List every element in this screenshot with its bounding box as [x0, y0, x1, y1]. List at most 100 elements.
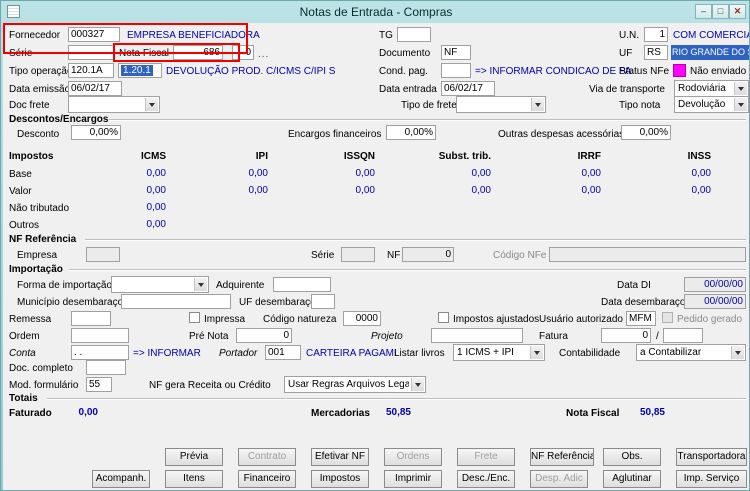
- impostos-cell: 0,00: [581, 168, 601, 179]
- desconto-field[interactable]: 0,00%: [71, 125, 121, 140]
- impostos-header-inss: INSS: [687, 151, 711, 162]
- itens-button[interactable]: Itens: [165, 470, 223, 488]
- fatura-field[interactable]: 0: [601, 328, 651, 343]
- encargos-field[interactable]: 0,00%: [386, 125, 436, 140]
- serie-field[interactable]: [68, 45, 114, 60]
- conta-hint: => INFORMAR: [133, 348, 201, 359]
- fornecedor-code-field[interactable]: 000327: [68, 27, 120, 42]
- documento-field[interactable]: NF: [441, 45, 471, 60]
- codigo-natureza-field[interactable]: 0000: [343, 311, 381, 326]
- impostos-header-irrf: IRRF: [577, 151, 601, 162]
- faturado-label: Faturado: [9, 408, 52, 419]
- nf-gera-select[interactable]: Usar Regras Arquivos Legais: [284, 376, 426, 393]
- tipo-frete-label: Tipo de frete: [401, 100, 457, 111]
- data-desembaraco-label: Data desembaraço: [601, 297, 686, 308]
- usuario-autorizado-field[interactable]: MFM: [626, 311, 656, 326]
- data-emissao-label: Data emissão: [9, 84, 71, 95]
- forma-importacao-select[interactable]: [111, 276, 209, 293]
- nota-fiscal-browse-button[interactable]: ...: [258, 49, 269, 60]
- doc-frete-select[interactable]: [68, 96, 160, 113]
- status-nfe-text: Não enviado: [690, 66, 747, 77]
- uf-field[interactable]: RS: [644, 45, 668, 60]
- tipo-operacao-cfop-field[interactable]: 1.20.1: [118, 63, 162, 78]
- efetivar-nf-button[interactable]: Efetivar NF: [311, 448, 369, 466]
- chevron-down-icon[interactable]: [411, 378, 424, 391]
- data-di-label: Data DI: [617, 280, 651, 291]
- mod-formulario-field[interactable]: 55: [86, 377, 112, 392]
- via-transporte-label: Via de transporte: [589, 84, 665, 95]
- cond-pag-field[interactable]: [441, 63, 471, 78]
- impostos-cell: 0,00: [355, 168, 375, 179]
- contabilidade-select[interactable]: a Contabilizar: [636, 344, 746, 361]
- chevron-down-icon[interactable]: [734, 98, 747, 111]
- via-transporte-select[interactable]: Rodoviária: [674, 80, 749, 97]
- contrato-button: Contrato: [238, 448, 296, 466]
- nfref-serie-label: Série: [311, 250, 335, 261]
- section-title-importacao: Importação: [9, 264, 63, 275]
- impostos-button[interactable]: Impostos: [311, 470, 369, 488]
- chevron-down-icon[interactable]: [530, 346, 543, 359]
- codigo-natureza-label: Código natureza: [263, 314, 337, 325]
- minimize-button[interactable]: –: [695, 4, 712, 19]
- imp-servico-button[interactable]: Imp. Serviço: [676, 470, 747, 488]
- close-button[interactable]: ✕: [729, 4, 746, 19]
- impostos-cell: 0,00: [355, 185, 375, 196]
- conta-field[interactable]: . .: [71, 345, 129, 360]
- impostos-cell: 0,00: [471, 185, 491, 196]
- doc-completo-field[interactable]: [86, 360, 126, 375]
- data-emissao-field[interactable]: 06/02/17: [68, 81, 122, 96]
- chevron-down-icon[interactable]: [531, 98, 544, 111]
- outras-despesas-label: Outras despesas acessórias: [498, 129, 625, 140]
- outras-despesas-field[interactable]: 0,00%: [621, 125, 671, 140]
- fatura-separator: /: [656, 331, 659, 342]
- fatura-parcela-field[interactable]: [663, 328, 703, 343]
- desc-enc-button[interactable]: Desc./Enc.: [457, 470, 515, 488]
- remessa-label: Remessa: [9, 314, 52, 325]
- remessa-field[interactable]: [71, 311, 111, 326]
- impostos-ajustados-checkbox-label: Impostos ajustados: [453, 314, 540, 325]
- status-nfe-indicator: [673, 64, 686, 77]
- section-divider: [85, 239, 746, 241]
- projeto-field[interactable]: [431, 328, 523, 343]
- pre-nota-field[interactable]: 0: [236, 328, 292, 343]
- tipo-nota-select[interactable]: Devolução: [674, 96, 749, 113]
- impostos-row-label: Não tributado: [9, 203, 70, 214]
- impostos-ajustados-checkbox[interactable]: [438, 312, 449, 323]
- chevron-down-icon[interactable]: [734, 82, 747, 95]
- serie-label: Série: [9, 48, 33, 59]
- chevron-down-icon[interactable]: [194, 278, 207, 291]
- obs-button[interactable]: Obs.: [603, 448, 661, 466]
- tg-field[interactable]: [397, 27, 431, 42]
- transportadora-button[interactable]: Transportadora: [676, 448, 747, 466]
- section-divider: [69, 269, 746, 271]
- tg-label: TG: [379, 30, 393, 41]
- un-field[interactable]: 1: [644, 27, 668, 42]
- chevron-down-icon[interactable]: [731, 346, 744, 359]
- uf-desembaraco-field[interactable]: [311, 294, 335, 309]
- data-entrada-field[interactable]: 06/02/17: [441, 81, 495, 96]
- impressa-checkbox[interactable]: [189, 312, 200, 323]
- tipo-operacao-label: Tipo operação: [9, 66, 73, 77]
- tipo-frete-select[interactable]: [456, 96, 546, 113]
- portador-label: Portador: [219, 348, 258, 359]
- portador-field[interactable]: 001: [265, 345, 301, 360]
- listar-livros-select[interactable]: 1 ICMS + IPI: [453, 344, 545, 361]
- ordem-field[interactable]: [71, 328, 129, 343]
- nfref-nf-label: NF: [387, 250, 401, 261]
- imprimir-button[interactable]: Imprimir: [384, 470, 442, 488]
- adquirente-field[interactable]: [273, 277, 331, 292]
- aglutinar-button[interactable]: Aglutinar: [603, 470, 661, 488]
- nf-referencia-button[interactable]: NF Referência: [530, 448, 594, 466]
- tipo-operacao-code-field[interactable]: 120.1A: [68, 63, 114, 78]
- financeiro-button[interactable]: Financeiro: [238, 470, 296, 488]
- acompanh-button[interactable]: Acompanh.: [92, 470, 150, 488]
- nota-fiscal-numero-field[interactable]: 686: [173, 45, 223, 60]
- nota-fiscal-serie-field[interactable]: 0: [232, 45, 254, 60]
- previa-button[interactable]: Prévia: [165, 448, 223, 466]
- status-nfe-label: Status NFe: [619, 66, 670, 77]
- municipio-desembaraco-field[interactable]: [121, 294, 231, 309]
- chevron-down-icon[interactable]: [145, 98, 158, 111]
- mercadorias-value: 50,85: [385, 407, 411, 418]
- window-title: Notas de Entrada - Compras: [299, 5, 453, 19]
- maximize-button[interactable]: □: [712, 4, 729, 19]
